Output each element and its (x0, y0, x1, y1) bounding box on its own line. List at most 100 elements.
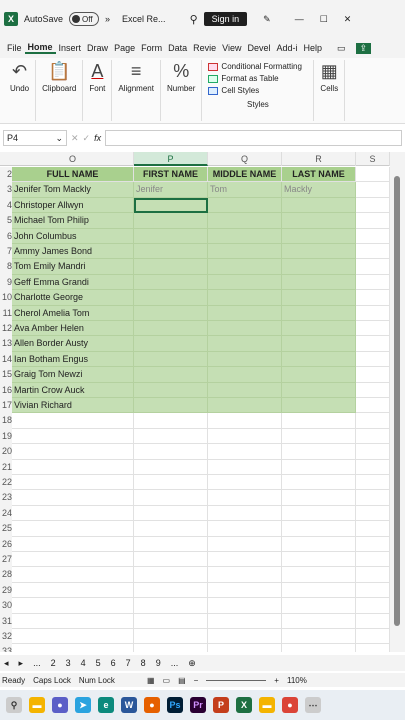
sheet-tab[interactable]: ... (171, 658, 179, 668)
table-cell[interactable] (134, 228, 208, 244)
table-cell[interactable] (208, 459, 282, 475)
table-cell[interactable] (282, 444, 356, 460)
row-header[interactable]: 14 (0, 351, 12, 368)
sign-in-button[interactable]: Sign in (203, 12, 248, 26)
table-cell[interactable] (282, 490, 356, 506)
table-cell[interactable] (282, 413, 356, 429)
table-cell[interactable]: Ammy James Bond (12, 244, 134, 260)
table-cell[interactable] (12, 505, 134, 522)
table-cell[interactable] (282, 398, 356, 414)
more-commands-icon[interactable]: » (105, 14, 110, 24)
prev-sheet-icon[interactable]: ◂ (4, 658, 9, 669)
table-cell[interactable] (12, 413, 134, 429)
table-cell[interactable] (208, 490, 282, 506)
table-cell[interactable] (356, 505, 390, 522)
table-cell[interactable]: Ian Botham Engus (12, 351, 134, 368)
table-cell[interactable] (282, 428, 356, 445)
table-cell[interactable] (134, 321, 208, 337)
table-cell[interactable] (208, 444, 282, 460)
column-title-cell[interactable] (356, 167, 390, 183)
table-cell[interactable] (134, 567, 208, 583)
table-cell[interactable] (356, 536, 390, 552)
table-cell[interactable] (356, 274, 390, 291)
premiere-icon[interactable]: Pr (190, 697, 206, 713)
row-header[interactable]: 32 (0, 629, 12, 645)
table-cell[interactable] (282, 629, 356, 645)
table-cell[interactable] (134, 475, 208, 491)
table-cell[interactable] (356, 259, 390, 275)
page-break-view-icon[interactable]: ▤ (178, 676, 186, 685)
add-sheet-icon[interactable]: ⊕ (188, 658, 196, 669)
table-cell[interactable] (356, 336, 390, 352)
table-cell[interactable] (208, 552, 282, 568)
row-header[interactable]: 12 (0, 321, 12, 337)
insert-function-button[interactable]: fx (94, 133, 101, 143)
table-cell[interactable] (282, 290, 356, 306)
table-cell[interactable] (208, 213, 282, 229)
sheet-tab[interactable]: 4 (81, 658, 86, 668)
table-cell[interactable] (356, 367, 390, 383)
row-header[interactable]: 29 (0, 582, 12, 599)
maximize-icon[interactable]: ☐ (320, 14, 328, 25)
table-cell[interactable] (282, 459, 356, 475)
tab-add-ins[interactable]: Add-i (274, 43, 301, 53)
table-cell[interactable] (12, 644, 134, 652)
table-cell[interactable] (356, 351, 390, 368)
font-group[interactable]: A Font (83, 60, 113, 121)
search-taskbar-icon[interactable]: ⚲ (6, 697, 22, 713)
table-cell[interactable] (12, 490, 134, 506)
table-cell[interactable] (356, 398, 390, 414)
table-cell[interactable] (208, 644, 282, 652)
table-cell[interactable] (134, 351, 208, 368)
table-cell[interactable] (356, 521, 390, 537)
table-cell[interactable] (282, 228, 356, 244)
pen-icon[interactable]: ✎ (263, 14, 271, 25)
table-cell[interactable] (356, 182, 390, 198)
table-cell[interactable] (282, 505, 356, 522)
table-cell[interactable]: Cherol Amelia Tom (12, 305, 134, 321)
table-cell[interactable] (282, 259, 356, 275)
table-cell[interactable] (282, 567, 356, 583)
cells-group[interactable]: ▦ Cells (314, 60, 346, 121)
cell-styles-button[interactable]: Cell Styles (208, 86, 307, 95)
table-cell[interactable] (134, 644, 208, 652)
table-cell[interactable] (208, 367, 282, 383)
table-cell[interactable] (208, 598, 282, 614)
table-cell[interactable] (356, 598, 390, 614)
table-cell[interactable] (208, 290, 282, 306)
column-header-r[interactable]: R (282, 152, 356, 166)
table-cell[interactable] (282, 336, 356, 352)
table-cell[interactable] (134, 413, 208, 429)
table-cell[interactable]: Jenifer Tom Mackly (12, 182, 134, 198)
autosave-toggle[interactable]: Off (69, 12, 100, 26)
table-cell[interactable]: Mackly (282, 182, 356, 198)
table-cell[interactable] (208, 259, 282, 275)
row-header[interactable]: 20 (0, 444, 12, 460)
table-cell[interactable] (356, 244, 390, 260)
column-title-cell[interactable]: LAST NAME (282, 167, 356, 183)
table-cell[interactable] (356, 567, 390, 583)
sheet-tab[interactable]: ... (33, 658, 41, 668)
tab-formulas[interactable]: Form (138, 43, 165, 53)
table-cell[interactable] (134, 536, 208, 552)
close-icon[interactable]: ✕ (344, 14, 352, 25)
row-header[interactable]: 4 (0, 197, 12, 214)
table-cell[interactable] (282, 351, 356, 368)
row-header[interactable]: 6 (0, 228, 12, 244)
column-title-cell[interactable]: FULL NAME (12, 167, 134, 183)
table-cell[interactable] (134, 197, 208, 214)
row-header[interactable]: 28 (0, 567, 12, 583)
table-cell[interactable] (134, 213, 208, 229)
row-header[interactable]: 33 (0, 644, 12, 652)
tab-draw[interactable]: Draw (84, 43, 111, 53)
table-cell[interactable] (134, 428, 208, 445)
table-cell[interactable] (12, 536, 134, 552)
table-cell[interactable] (356, 490, 390, 506)
telegram-icon[interactable]: ➤ (75, 697, 91, 713)
table-cell[interactable] (134, 382, 208, 398)
tab-page-layout[interactable]: Page (111, 43, 138, 53)
enter-icon[interactable]: ✓ (83, 133, 91, 144)
table-cell[interactable]: Martin Crow Auck (12, 382, 134, 398)
table-cell[interactable] (356, 428, 390, 445)
name-box[interactable]: P4 ⌄ (3, 130, 67, 146)
